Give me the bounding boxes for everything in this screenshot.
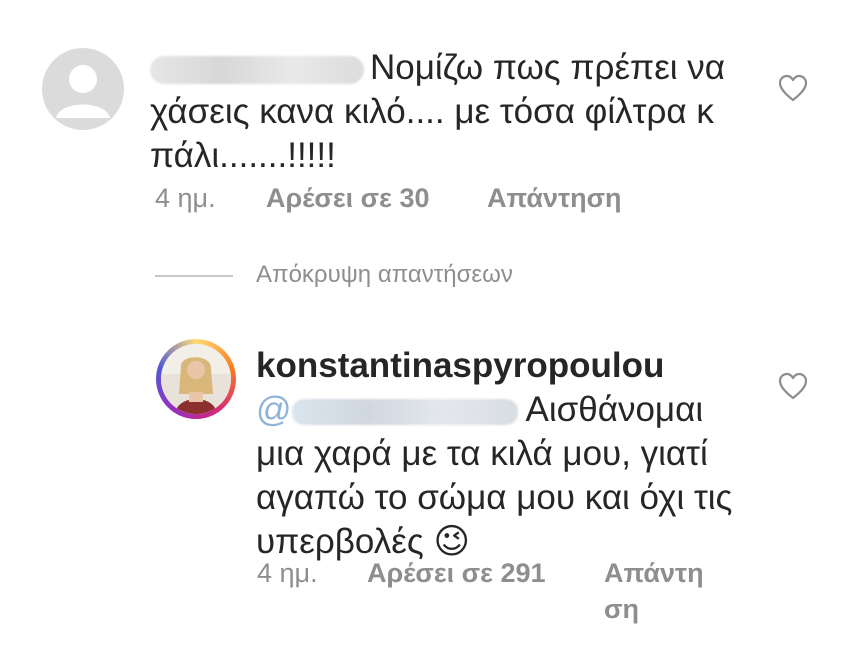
profile-photo xyxy=(161,344,231,414)
hide-replies-button[interactable]: Απόκρυψη απαντήσεων xyxy=(256,258,513,292)
comment-text-line1: Νομίζω πως πρέπει να xyxy=(370,48,726,87)
commenter-avatar[interactable] xyxy=(42,48,124,130)
heart-outline-icon[interactable] xyxy=(778,74,808,102)
reply-body: konstantinaspyropoulou @ Αισθάνομαι μια χ… xyxy=(256,344,776,564)
comment-reply-button[interactable]: Απάντηση xyxy=(487,180,622,216)
reply-button-line2: ση xyxy=(604,594,639,624)
default-avatar-icon xyxy=(56,65,110,118)
reply-avatar[interactable] xyxy=(156,339,236,419)
redacted-username[interactable] xyxy=(150,55,364,84)
reply-text-line1: Αισθάνομαι xyxy=(525,390,704,429)
reply-time: 4 ημ. xyxy=(257,558,318,588)
comment-time: 4 ημ. xyxy=(155,183,216,213)
reply-text-line3: αγαπώ το σώμα μου και όχι τις xyxy=(256,478,733,517)
mention-prefix[interactable]: @ xyxy=(256,390,292,429)
reply-reply-button[interactable]: Απάντη ση xyxy=(604,555,704,627)
comment-text-line2: χάσεις κανα κιλό.... με τόσα φίλτρα κ xyxy=(150,92,714,131)
reply-likes[interactable]: Αρέσει σε 291 xyxy=(367,555,546,591)
profile-photo-image xyxy=(161,344,231,414)
reply-username[interactable]: konstantinaspyropoulou xyxy=(256,346,664,385)
redacted-mention[interactable] xyxy=(291,398,518,425)
comment-text-line3: πάλι.......!!!!! xyxy=(150,136,336,175)
divider xyxy=(155,275,233,277)
comment-body: Νομίζω πως πρέπει να χάσεις κανα κιλό...… xyxy=(150,46,750,178)
reply-text-line2: μια χαρά με τα κιλά μου, γιατί xyxy=(256,434,708,473)
reply-button-line1: Απάντη xyxy=(604,558,704,588)
comments-thread: Νομίζω πως πρέπει να χάσεις κανα κιλό...… xyxy=(0,0,860,649)
comment-likes[interactable]: Αρέσει σε 30 xyxy=(266,180,430,216)
heart-outline-icon[interactable] xyxy=(778,372,808,400)
